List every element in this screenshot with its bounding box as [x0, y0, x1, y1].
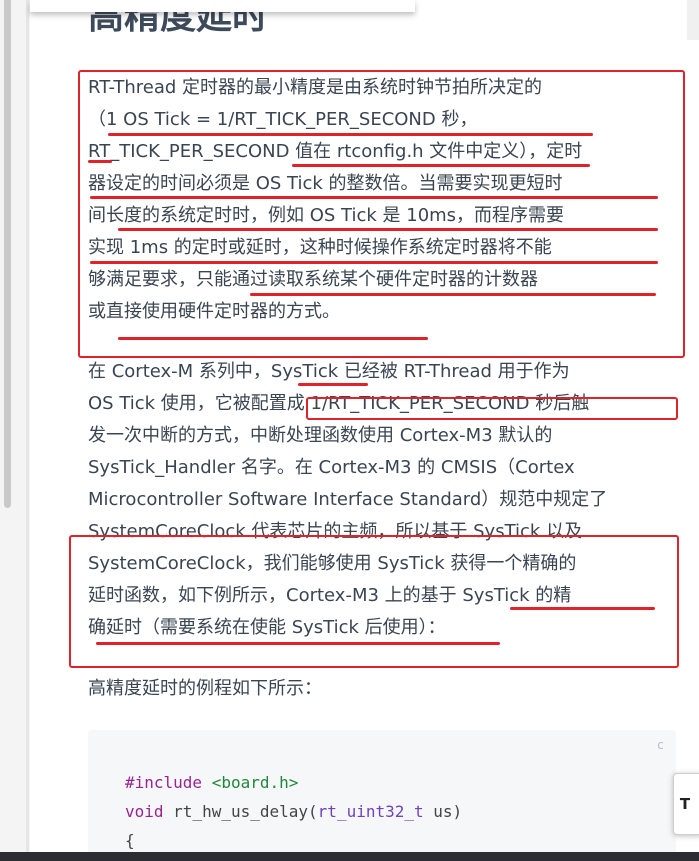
- paragraph-systick: 在 Cortex-M 系列中，SysTick 已经被 RT-Thread 用于作…: [88, 356, 678, 644]
- paragraph-line: SystemCoreClock 代表芯片的主频，所以基于 SysTick 以及: [88, 521, 583, 542]
- annotation-underline: [298, 383, 368, 386]
- floating-toolbar-button[interactable]: T: [673, 773, 699, 835]
- paragraph-line: 在 Cortex-M 系列中，SysTick 已经被 RT-Thread 用于作…: [88, 361, 570, 382]
- annotation-underline: [90, 261, 658, 264]
- paragraph-line: 实现 1ms 的定时或延时，这种时候操作系统定时器将不能: [88, 237, 552, 258]
- top-right-corner: [687, 0, 699, 40]
- gutter-edge: [26, 0, 29, 861]
- code-header-name: <board.h>: [211, 773, 299, 792]
- code-keyword: #include: [125, 773, 203, 792]
- paragraph-line: OS Tick 使用，它被配置成 1/RT_TICK_PER_SECOND 秒后…: [88, 393, 590, 414]
- paragraph-timer-precision: RT-Thread 定时器的最小精度是由系统时钟节拍所决定的 （1 OS Tic…: [88, 72, 678, 328]
- scrollbar-thumb[interactable]: [4, 0, 11, 508]
- code-block[interactable]: c #include <board.h> void rt_hw_us_delay…: [88, 730, 676, 861]
- bottom-taskbar: [0, 852, 699, 861]
- code-param: us): [433, 802, 463, 821]
- annotation-underline: [250, 293, 656, 296]
- code-keyword: void: [125, 802, 164, 821]
- code-brace: {: [125, 831, 135, 850]
- paragraph-line: （1 OS Tick = 1/RT_TICK_PER_SECOND 秒，: [88, 109, 478, 130]
- annotation-underline: [96, 642, 500, 645]
- paragraph-line: Microcontroller Software Interface Stand…: [88, 489, 608, 510]
- code-function-name: rt_hw_us_delay(: [173, 802, 318, 821]
- paragraph-line: 发一次中断的方式，中断处理函数使用 Cortex-M3 默认的: [88, 425, 553, 446]
- annotation-underline: [510, 607, 655, 610]
- paragraph-line: 或直接使用硬件定时器的方式。: [88, 301, 340, 322]
- code-language-label: c: [656, 738, 664, 752]
- paragraph-example-intro: 高精度延时的例程如下所示：: [88, 678, 322, 699]
- code-type: rt_uint32_t: [317, 802, 424, 821]
- paragraph-line: 够满足要求，只能通过读取系统某个硬件定时器的计数器: [88, 269, 538, 290]
- paragraph-line: SystemCoreClock，我们能够使用 SysTick 获得一个精确的: [88, 553, 577, 574]
- annotation-underline: [88, 160, 112, 163]
- paragraph-line: SysTick_Handler 名字。在 Cortex-M3 的 CMSIS（C…: [88, 457, 575, 478]
- annotation-underline: [118, 228, 658, 231]
- annotation-underline: [108, 133, 593, 136]
- annotation-underline: [118, 337, 428, 340]
- paragraph-line: RT-Thread 定时器的最小精度是由系统时钟节拍所决定的: [88, 77, 543, 98]
- paragraph-line: 确延时（需要系统在使能 SysTick 后使用）：: [88, 617, 446, 638]
- annotation-underline: [90, 196, 658, 199]
- annotation-underline: [292, 164, 590, 167]
- code-content[interactable]: #include <board.h> void rt_hw_us_delay(r…: [125, 768, 462, 855]
- top-overlay-panel: [30, 0, 415, 12]
